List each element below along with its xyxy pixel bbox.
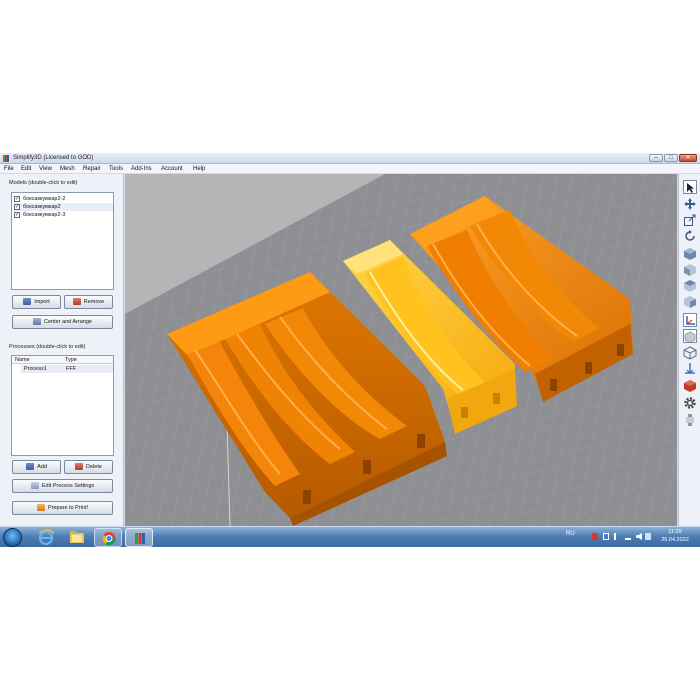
volume-tray-icon[interactable] xyxy=(636,533,642,540)
rotate-icon[interactable] xyxy=(683,229,697,243)
processes-list[interactable]: Name Type Process1 FFF xyxy=(11,355,114,456)
settings-icon xyxy=(30,482,39,490)
axes-icon[interactable] xyxy=(683,313,697,327)
menu-repair[interactable]: Repair xyxy=(83,165,101,173)
layer-icon[interactable] xyxy=(683,379,697,393)
network-tray-icon[interactable] xyxy=(614,533,620,540)
gear-icon[interactable] xyxy=(683,396,697,410)
start-button[interactable] xyxy=(3,528,22,547)
models-label: Models (double-click to edit) xyxy=(9,180,78,186)
menu-bar: File Edit View Mesh Repair Tools Add-Ins… xyxy=(0,164,700,174)
view-side-icon[interactable] xyxy=(683,295,697,309)
remove-button[interactable]: Remove xyxy=(64,295,113,309)
processes-label: Processes (double-click to edit) xyxy=(9,344,86,350)
checkbox[interactable]: ✓ xyxy=(14,212,20,218)
chrome-icon[interactable] xyxy=(94,528,122,547)
maximize-button[interactable]: □ xyxy=(664,154,678,162)
model-item[interactable]: ✓ боксаккумкар2-3 xyxy=(14,211,113,219)
mesh-view-icon[interactable] xyxy=(683,346,697,360)
center-arrange-button[interactable]: Center and Arrange xyxy=(12,315,113,329)
windows-taskbar: RU 11:29 25.04.2022 xyxy=(0,526,700,547)
menu-edit[interactable]: Edit xyxy=(21,165,31,173)
view-toolbar xyxy=(678,174,700,526)
menu-add-ins[interactable]: Add-Ins xyxy=(131,165,152,173)
antivirus-tray-icon[interactable] xyxy=(592,533,598,540)
view-top-icon[interactable] xyxy=(683,279,697,293)
filament-icon[interactable] xyxy=(683,413,697,427)
process-type: FFF xyxy=(66,366,77,372)
process-row[interactable]: Process1 FFF xyxy=(21,365,113,373)
delete-icon xyxy=(75,463,84,471)
select-arrow-icon[interactable] xyxy=(683,180,697,194)
import-icon xyxy=(23,298,32,306)
center-icon xyxy=(32,318,41,326)
clock-time[interactable]: 11:29 xyxy=(660,529,690,535)
models-list[interactable]: ✓ боксаккумкар2-2 ✓ боксаккумкар2 ✓ бокс… xyxy=(11,192,114,290)
signal-tray-icon[interactable] xyxy=(625,533,631,540)
title-bar: Simplify3D (Licensed to GOD) – □ ✕ xyxy=(0,153,700,164)
processes-header: Name Type xyxy=(12,356,113,364)
cross-section-icon[interactable] xyxy=(683,362,697,376)
menu-mesh[interactable]: Mesh xyxy=(60,165,75,173)
menu-view[interactable]: View xyxy=(39,165,52,173)
view-iso-icon[interactable] xyxy=(683,247,697,261)
menu-help[interactable]: Help xyxy=(193,165,205,173)
minimize-button[interactable]: – xyxy=(649,154,663,162)
move-icon[interactable] xyxy=(683,197,697,211)
edit-process-settings-button[interactable]: Edit Process Settings xyxy=(12,479,113,493)
menu-tools[interactable]: Tools xyxy=(109,165,123,173)
language-indicator[interactable]: RU xyxy=(566,531,575,537)
clock-date[interactable]: 25.04.2022 xyxy=(655,537,695,543)
remove-icon xyxy=(72,298,81,306)
import-button[interactable]: Import xyxy=(12,295,61,309)
window-title: Simplify3D (Licensed to GOD) xyxy=(13,155,94,161)
model-item[interactable]: ✓ боксаккумкар2-2 xyxy=(14,195,113,203)
internet-explorer-icon[interactable] xyxy=(32,528,60,547)
menu-account[interactable]: Account xyxy=(161,165,183,173)
view-box-icon[interactable] xyxy=(683,329,697,343)
simplify3d-icon[interactable] xyxy=(125,528,153,547)
file-explorer-icon[interactable] xyxy=(63,528,91,547)
build-plate-scene xyxy=(125,174,677,526)
add-process-button[interactable]: Add xyxy=(12,460,61,474)
checkbox[interactable]: ✓ xyxy=(14,204,20,210)
model-item[interactable]: ✓ боксаккумкар2 xyxy=(14,203,113,211)
menu-file[interactable]: File xyxy=(4,165,14,173)
delete-process-button[interactable]: Delete xyxy=(64,460,113,474)
view-front-icon[interactable] xyxy=(683,263,697,277)
battery-tray-icon[interactable] xyxy=(645,533,651,540)
flag-tray-icon[interactable] xyxy=(603,533,609,540)
process-name: Process1 xyxy=(24,366,47,372)
checkbox[interactable]: ✓ xyxy=(14,196,20,202)
simplify3d-icon xyxy=(3,155,10,162)
scale-icon[interactable] xyxy=(683,213,697,227)
prepare-to-print-button[interactable]: Prepare to Print! xyxy=(12,501,113,515)
left-panel: Models (double-click to edit) ✓ боксакку… xyxy=(0,174,124,526)
desktop-screen: Simplify3D (Licensed to GOD) – □ ✕ File … xyxy=(0,153,700,547)
print-icon xyxy=(36,504,45,512)
3d-viewport[interactable] xyxy=(125,174,677,526)
column-type: Type xyxy=(65,357,77,363)
add-icon xyxy=(26,463,35,471)
close-button[interactable]: ✕ xyxy=(679,154,697,162)
column-name: Name xyxy=(15,357,30,363)
